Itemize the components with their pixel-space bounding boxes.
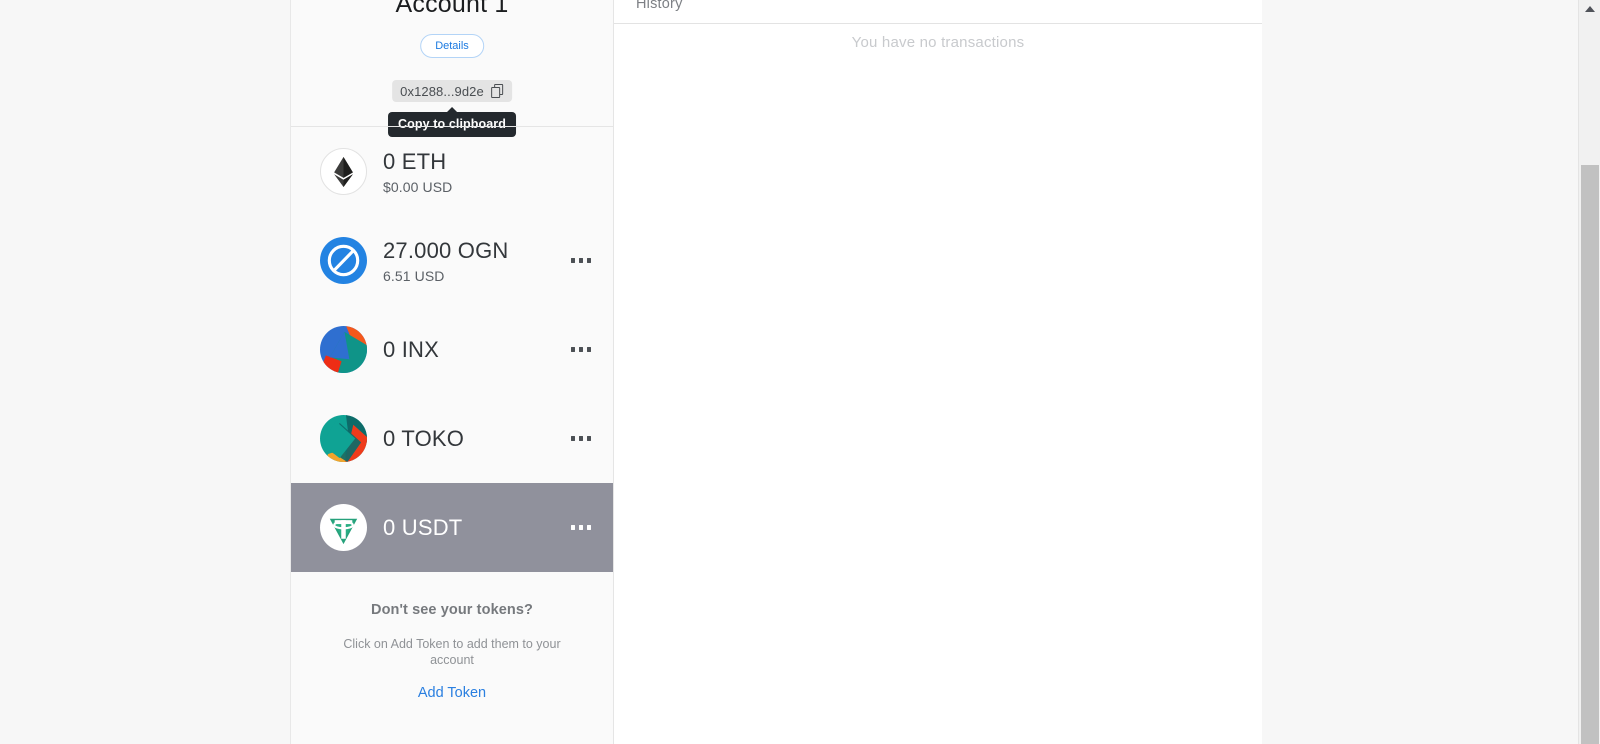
page-backdrop-left [0,0,290,744]
tether-token-icon [320,504,367,551]
token-fiat-value: 6.51 USD [383,267,445,284]
wallet-extension-window: Account 1 Details 0x1288...9d2e Copy to … [290,0,1262,744]
details-button[interactable]: Details [420,34,484,58]
token-row[interactable]: 0 INX [291,305,613,394]
token-info: 0 INX [383,337,571,363]
inx-token-icon [320,326,367,373]
token-fiat-value: $0.00 USD [383,178,453,195]
ethereum-token-icon [320,148,367,195]
account-header: Account 1 Details 0x1288...9d2e Copy to … [291,0,613,137]
no-transactions-message: You have no transactions [851,34,1025,51]
tab-underline [614,23,1262,24]
add-token-subtitle: Click on Add Token to add them to your a… [343,637,561,667]
token-row[interactable]: 27.000 OGN 6.51 USD [291,216,613,305]
token-info: 0 USDT [383,515,571,541]
token-info: 0 TOKO [383,426,571,452]
page-title: Account 1 [395,0,509,18]
toko-token-icon [320,415,367,462]
token-info: 0 ETH $0.00 USD [383,149,597,195]
token-amount: 0 ETH [383,148,447,174]
page-scrollbar[interactable] [1578,0,1600,744]
tab-bar: History [614,0,1262,24]
token-row[interactable]: 0 ETH $0.00 USD [291,127,613,216]
account-address-copy-button[interactable]: 0x1288...9d2e [392,80,512,102]
page-backdrop-right [1262,0,1578,744]
token-amount: 0 USDT [383,514,463,540]
add-token-section: Don't see your tokens? Click on Add Toke… [291,602,613,702]
scrollbar-thumb[interactable] [1581,165,1599,744]
token-info: 27.000 OGN 6.51 USD [383,238,571,284]
tab-history[interactable]: History [636,0,683,12]
add-token-title: Don't see your tokens? [371,602,533,618]
token-options-menu-button[interactable] [570,436,591,441]
account-address-text: 0x1288...9d2e [400,83,484,99]
wallet-sidebar: Account 1 Details 0x1288...9d2e Copy to … [290,0,614,744]
token-amount: 0 INX [383,336,440,362]
token-amount: 27.000 OGN [383,237,509,263]
origin-token-icon [320,237,367,284]
scroll-up-arrow-icon[interactable] [1579,0,1600,18]
token-row[interactable]: 0 USDT [291,483,613,572]
screen-root: Account 1 Details 0x1288...9d2e Copy to … [0,0,1600,744]
copy-to-clipboard-icon [490,84,504,98]
token-options-menu-button[interactable] [570,258,591,263]
token-list: 0 ETH $0.00 USD 27.000 OGN 6.51 USD 0 IN… [291,127,613,572]
token-row[interactable]: 0 TOKO [291,394,613,483]
add-token-link[interactable]: Add Token [418,685,486,701]
token-options-menu-button[interactable] [570,525,591,530]
history-panel: History You have no transactions [614,0,1262,744]
token-amount: 0 TOKO [383,425,465,451]
token-options-menu-button[interactable] [570,347,591,352]
